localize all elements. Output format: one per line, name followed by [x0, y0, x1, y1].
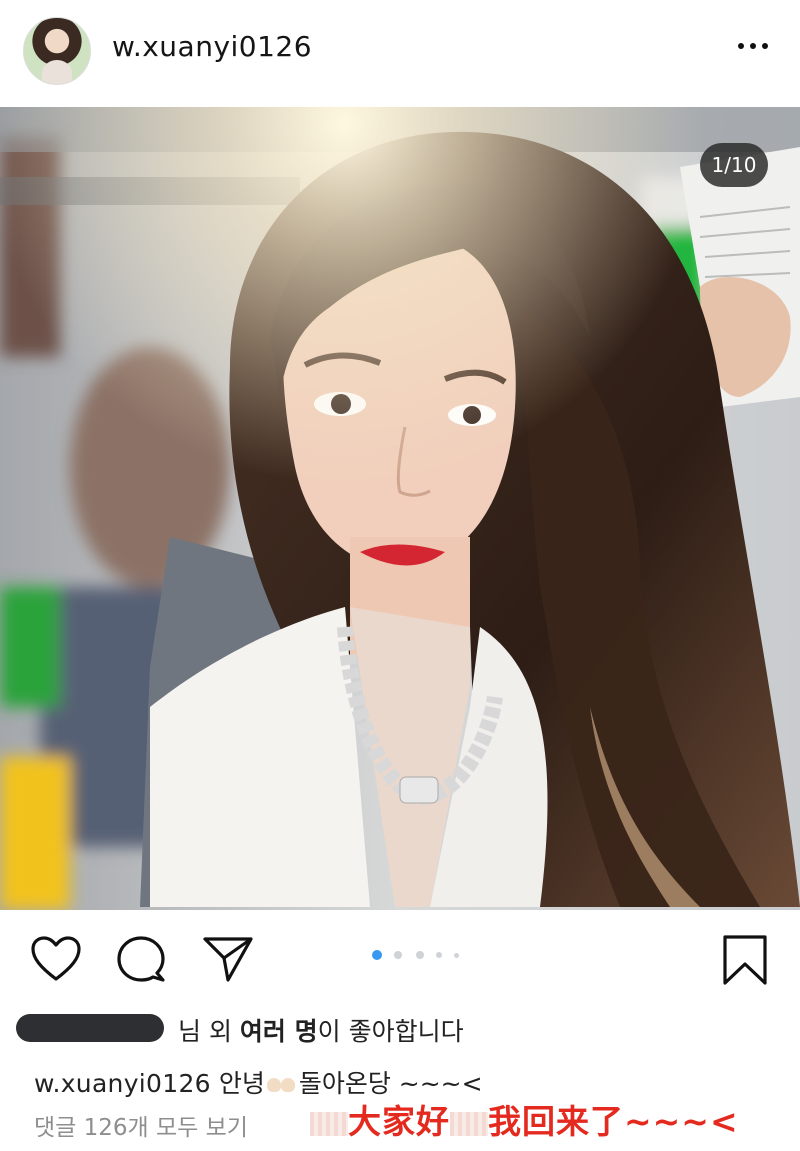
post-photo-image	[0, 107, 800, 910]
carousel-dot	[454, 953, 459, 958]
hands-emoji-icon	[265, 1076, 299, 1094]
overlay-text-1: 大家好	[348, 1102, 450, 1141]
overlay-text-2: 我回来了~~~<	[488, 1102, 739, 1141]
heart-icon[interactable]	[30, 936, 82, 986]
view-all-comments-link[interactable]: 댓글 126개 모두 보기	[34, 1108, 248, 1142]
redacted-username	[16, 1014, 164, 1042]
likes-text: 님 외 여러 명이 좋아합니다	[178, 1017, 464, 1046]
carousel-dot	[394, 951, 402, 959]
carousel-dot	[436, 952, 442, 958]
post-header: w.xuanyi0126	[0, 0, 800, 104]
caption-username[interactable]: w.xuanyi0126	[34, 1069, 211, 1098]
blurred-mark	[310, 1111, 348, 1136]
carousel-dot	[416, 951, 424, 959]
paper-plane-icon[interactable]	[202, 934, 254, 988]
translation-overlay: 大家好 我回来了~~~<	[310, 1095, 739, 1143]
caption-text-1: 안녕	[218, 1069, 265, 1098]
comment-bubble-icon[interactable]	[116, 935, 166, 989]
profile-avatar[interactable]	[23, 17, 91, 85]
avatar-figure	[42, 60, 72, 84]
post-photo[interactable]	[0, 107, 800, 910]
bookmark-icon[interactable]	[721, 934, 769, 990]
more-horizontal-icon[interactable]	[735, 36, 771, 56]
carousel-dot-active	[372, 950, 382, 960]
carousel-counter: 1/10	[700, 143, 768, 187]
blurred-mark	[450, 1111, 488, 1136]
post-username[interactable]: w.xuanyi0126	[112, 30, 312, 63]
caption-text-2: 돌아온당 ~~~<	[298, 1069, 483, 1098]
